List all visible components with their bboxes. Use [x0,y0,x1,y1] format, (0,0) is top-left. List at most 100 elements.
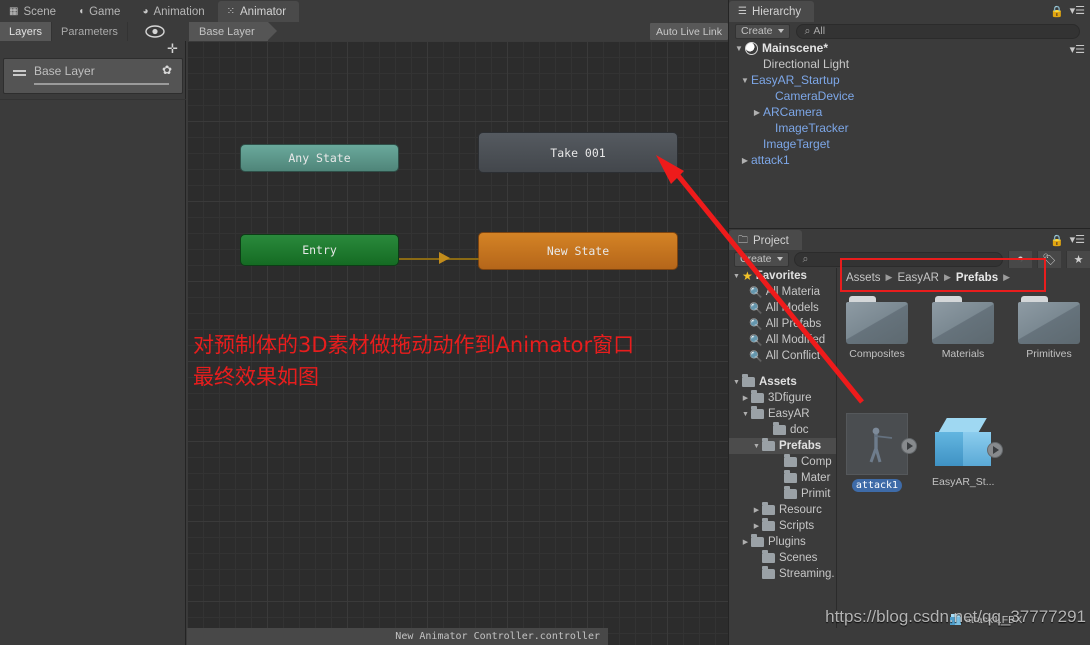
create-button[interactable]: Create [734,251,789,267]
tree-item-scripts[interactable]: ▶ Scripts [729,518,836,534]
state-node-take-001[interactable]: Take 001 [478,132,678,173]
tab-game[interactable]: ◖ Game [69,1,133,22]
asset-easyar-startup[interactable]: EasyAR_St... [932,413,1003,492]
auto-live-link-button[interactable]: Auto Live Link [650,23,728,40]
state-node-take-001-label: Take 001 [550,145,606,160]
hierarchy-item-attack1[interactable]: ▶ attack1 [729,152,1090,168]
hierarchy-search-text: All [813,25,826,37]
tree-item-streamingassets[interactable]: Streaming. [729,566,836,582]
hierarchy-search-input[interactable]: ⌕ All [795,23,1080,39]
hierarchy-item-cameradevice[interactable]: CameraDevice [729,88,1090,104]
asset-folder-composites[interactable]: Composites [846,296,908,360]
hierarchy-scene-row[interactable]: ▼ Mainscene* ▾☰ [729,40,1090,56]
gear-icon[interactable]: ✿ [162,64,172,77]
filter-by-label-glyph: 🏷 [1042,253,1057,266]
asset-folder-label: Composites [849,348,905,360]
panel-menu-icon[interactable]: ▾☰ [1070,43,1085,56]
chevron-right-icon[interactable]: ▶ [740,538,751,546]
chevron-right-icon[interactable]: ▶ [751,108,763,117]
favorite-all-models[interactable]: 🔍 All Models [729,300,836,316]
state-node-new-state[interactable]: New State [478,232,678,270]
state-node-entry[interactable]: Entry [240,234,399,266]
panel-menu-icon[interactable]: ▾☰ [1070,4,1085,17]
chevron-right-icon: ▶ [943,272,951,282]
chevron-down-icon[interactable]: ▼ [733,44,745,53]
tab-animator[interactable]: ⁙ Animator [217,1,300,22]
tab-scene[interactable]: ▦ Scene [0,1,69,22]
favorite-all-prefabs[interactable]: 🔍 All Prefabs [729,316,836,332]
layer-weight-bar[interactable] [34,83,169,85]
layer-item-base-layer[interactable]: Base Layer ✿ [3,58,183,94]
favorites-label: Favorites [755,270,807,282]
lock-icon[interactable]: 🔒 [1050,234,1064,247]
tree-item-composites[interactable]: Comp [729,454,836,470]
animator-graph-canvas[interactable]: Any State Entry Take 001 New State 对预制体的… [187,41,728,645]
create-button[interactable]: Create [735,23,790,39]
play-icon[interactable] [987,442,1003,458]
favorite-all-modified[interactable]: 🔍 All Modified [729,332,836,348]
tree-item-prefabs[interactable]: ▼ Prefabs [729,438,836,454]
subtab-layers[interactable]: Layers [0,22,53,41]
hierarchy-tree[interactable]: ▼ Mainscene* ▾☰ Directional Light ▼ Easy… [729,40,1090,228]
plus-icon[interactable]: ✛ [167,42,178,55]
chevron-down-icon[interactable]: ▼ [740,411,751,418]
animator-breadcrumb: Base Layer [189,22,277,41]
chevron-right-icon[interactable]: ▶ [751,522,762,530]
hierarchy-item-label: CameraDevice [775,89,855,103]
eye-icon[interactable] [145,25,165,38]
favorites-row[interactable]: ▼ ★ Favorites [729,268,836,284]
state-node-any-state[interactable]: Any State [240,144,399,172]
asset-folder-label: Materials [941,348,985,360]
tab-scene-label: Scene [23,5,57,18]
tree-item-assets[interactable]: ▼ Assets [729,374,836,390]
hierarchy-item-directional-light[interactable]: Directional Light [729,56,1090,72]
tree-item-easyar[interactable]: ▼ EasyAR [729,406,836,422]
hierarchy-item-imagetarget[interactable]: ImageTarget [729,136,1090,152]
tree-item-primitives[interactable]: Primit [729,486,836,502]
breadcrumb-assets[interactable]: Assets [846,272,881,284]
project-folder-tree[interactable]: ▼ ★ Favorites 🔍 All Materia 🔍 All Models… [729,268,837,628]
folder-icon [762,438,775,451]
chevron-down-icon[interactable]: ▼ [731,379,742,386]
chevron-right-icon[interactable]: ▶ [739,156,751,165]
tree-item-3dfigure[interactable]: ▶ 3Dfigure [729,390,836,406]
tree-item-scenes[interactable]: Scenes [729,550,836,566]
chevron-down-icon[interactable]: ▼ [731,273,742,280]
asset-attack1[interactable]: attack1 [846,413,917,492]
hierarchy-item-imagetracker[interactable]: ImageTracker [729,120,1090,136]
hierarchy-item-easyar-startup[interactable]: ▼ EasyAR_Startup [729,72,1090,88]
layer-item-label: Base Layer [34,64,95,78]
tab-animation[interactable]: ◕ Animation [133,1,217,22]
favorite-all-materials[interactable]: 🔍 All Materia [729,284,836,300]
tree-item-materials[interactable]: Mater [729,470,836,486]
tree-item-plugins[interactable]: ▶ Plugins [729,534,836,550]
tree-item-label: Scripts [779,520,815,532]
asset-folder-materials[interactable]: Materials [932,296,994,360]
breadcrumb-prefabs[interactable]: Prefabs [956,272,998,284]
tree-item-label: doc [790,424,809,436]
project-search-input[interactable]: ⌕ [793,251,1003,267]
favorite-star-icon[interactable]: ★ [1066,250,1090,268]
filter-by-label-icon[interactable]: 🏷 [1037,250,1061,268]
hierarchy-item-arcamera[interactable]: ▶ ARCamera [729,104,1090,120]
lock-icon[interactable]: 🔒 [1050,5,1064,18]
subtab-parameters[interactable]: Parameters [52,22,128,41]
tree-item-resources[interactable]: ▶ Resourc [729,502,836,518]
play-icon[interactable] [901,438,917,454]
tree-item-doc[interactable]: doc [729,422,836,438]
breadcrumb-easyar[interactable]: EasyAR [897,272,939,284]
tab-hierarchy[interactable]: ☰ Hierarchy [729,1,815,22]
chevron-down-icon[interactable]: ▼ [751,443,762,450]
chevron-down-icon[interactable]: ▼ [739,76,751,85]
project-asset-browser[interactable]: Assets ▶ EasyAR ▶ Prefabs ▶ Composites M… [838,268,1090,628]
tab-project[interactable]: 🗀 Project [729,230,802,251]
panel-menu-icon[interactable]: ▾☰ [1070,233,1085,246]
asset-folder-primitives[interactable]: Primitives [1018,296,1080,360]
favorite-all-conflicted[interactable]: 🔍 All Conflict [729,348,836,364]
filter-by-type-icon[interactable]: ◓ [1008,250,1032,268]
breadcrumb-base-layer[interactable]: Base Layer [189,22,277,41]
chevron-right-icon[interactable]: ▶ [740,394,751,402]
drag-handle-icon[interactable] [13,70,26,76]
chevron-right-icon[interactable]: ▶ [751,506,762,514]
hierarchy-toolbar: Create ⌕ All [729,22,1090,40]
